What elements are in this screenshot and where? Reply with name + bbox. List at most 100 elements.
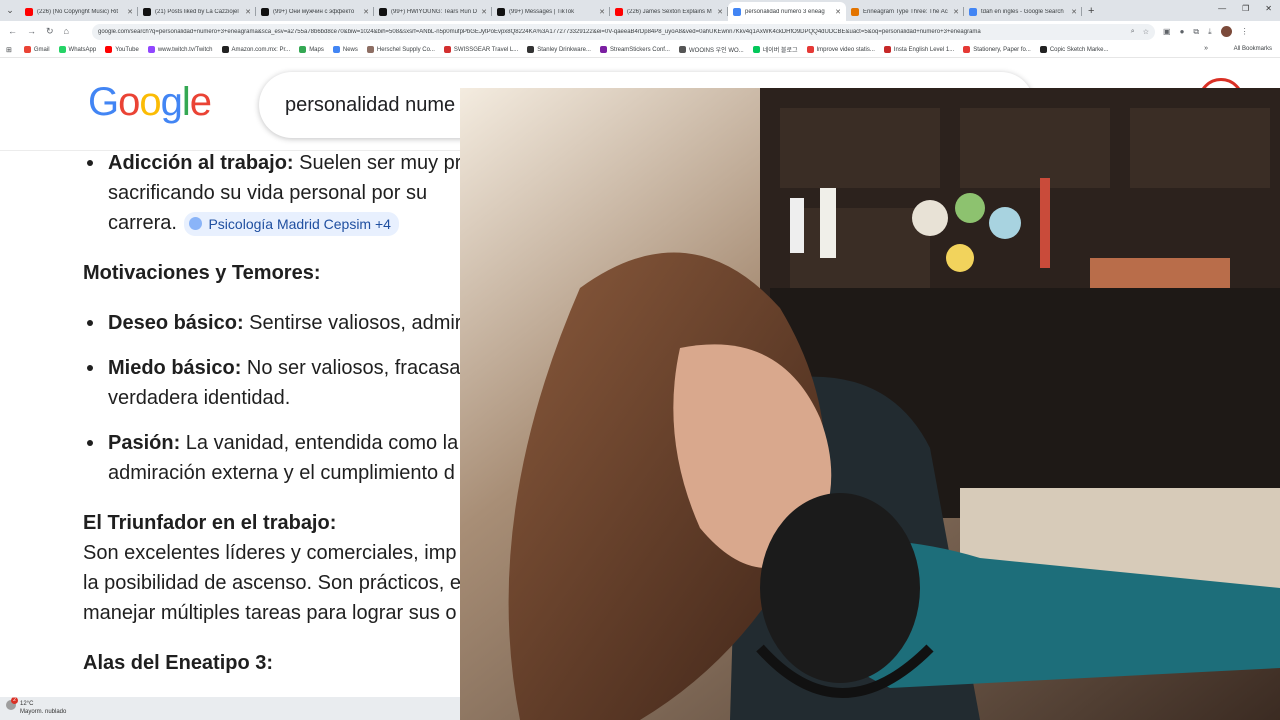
bookmark-item[interactable]: Maps: [299, 45, 324, 54]
tab-title: tdah en ingles - Google Search: [981, 8, 1064, 15]
tab-close-icon[interactable]: ✕: [481, 8, 487, 16]
bookmark-star-icon[interactable]: ☆: [1143, 28, 1149, 36]
webcam-scene: [460, 88, 1280, 720]
browser-tab[interactable]: (99+) Они мужчин с эффекто ✕: [256, 2, 374, 21]
browser-tab[interactable]: Enneagram Type Three: The Ac ✕: [846, 2, 964, 21]
bookmark-label: SWISSGEAR Travel L...: [453, 46, 519, 53]
tab-title: personalidad numero 3 eneag: [745, 8, 825, 15]
tab-close-icon[interactable]: ✕: [245, 8, 251, 16]
tab-close-icon[interactable]: ✕: [717, 8, 723, 16]
home-icon[interactable]: ⌂: [64, 26, 69, 37]
browser-tab[interactable]: personalidad numero 3 eneag ✕: [728, 2, 846, 21]
bookmark-item[interactable]: Stanley Drinkware...: [527, 45, 591, 54]
profile-avatar[interactable]: [1220, 26, 1232, 37]
address-bar[interactable]: google.com/search?q=personalidad+numero+…: [92, 23, 1155, 40]
bookmark-item[interactable]: 네이버 블로그: [752, 45, 798, 54]
bullet-text: La vanidad, entendida como la: [180, 432, 459, 454]
close-window-icon[interactable]: ✕: [1265, 4, 1272, 13]
tabs: (226) (No Copyright Music) Rit ✕ (21) Post…: [20, 0, 1082, 21]
bookmark-item[interactable]: Stationery, Paper fo...: [963, 45, 1031, 54]
bookmark-label: Maps: [309, 46, 324, 53]
paragraph-line: Son excelentes líderes y comerciales, im…: [83, 542, 457, 564]
all-bookmarks[interactable]: All Bookmarks: [1234, 46, 1272, 52]
tab-search-icon[interactable]: ⌄: [0, 0, 20, 21]
bookmark-favicon-icon: [23, 46, 31, 53]
extension-circle-icon[interactable]: ●: [1180, 27, 1185, 36]
browser-tab[interactable]: (99+) HWIYOUNG: Tears Run D ✕: [374, 2, 492, 21]
bookmark-favicon-icon: [883, 46, 891, 53]
tab-close-icon[interactable]: ✕: [1071, 8, 1077, 16]
bullet-text: admiración externa y el cumplimiento d: [108, 462, 455, 484]
browser-tab[interactable]: tdah en ingles - Google Search ✕: [964, 2, 1082, 21]
bookmark-item[interactable]: YouTube: [105, 45, 139, 54]
bookmark-favicon-icon: [752, 46, 760, 53]
bookmark-favicon-icon: [58, 46, 66, 53]
bookmark-item[interactable]: Copic Sketch Marke...: [1039, 45, 1109, 54]
bookmark-label: WOOINS 우인 WO...: [688, 48, 744, 54]
tab-favicon-icon: [733, 7, 741, 16]
bookmark-item[interactable]: www.twitch.tv/Twitch: [147, 45, 213, 54]
minimize-icon[interactable]: —: [1218, 4, 1226, 13]
source-chip-label: Psicología Madrid Cepsim +4: [208, 215, 391, 232]
bullet-label: Deseo básico:: [108, 312, 244, 334]
bookmark-item[interactable]: Herschel Supply Co...: [366, 45, 435, 54]
weather-widget[interactable]: 2 12°C Mayorm. nublado: [6, 697, 66, 716]
maximize-icon[interactable]: ❐: [1242, 4, 1249, 13]
bookmark-item[interactable]: Amazon.com.mx: Pr...: [221, 45, 290, 54]
browser-tab[interactable]: (99+) Messages | TikTok ✕: [492, 2, 610, 21]
bookmark-item[interactable]: SWISSGEAR Travel L...: [443, 45, 519, 54]
browser-tab[interactable]: (226) James Sexton Explains M ✕: [610, 2, 728, 21]
tab-favicon-icon: [497, 7, 505, 16]
bookmark-label: StreamStickers Conf...: [609, 46, 670, 53]
bookmark-item[interactable]: WhatsApp: [58, 45, 96, 54]
tab-title: (99+) Они мужчин с эффекто: [273, 8, 355, 15]
bookmark-item[interactable]: Improve video statis...: [806, 45, 875, 54]
bookmark-favicon-icon: [678, 46, 686, 53]
source-chip[interactable]: Psicología Madrid Cepsim +4: [184, 211, 399, 236]
bullet-text: No ser valiosos, fracasa: [241, 357, 461, 379]
browser-tab[interactable]: (226) (No Copyright Music) Rit ✕: [20, 2, 138, 21]
bookmark-item[interactable]: News: [332, 45, 358, 54]
tab-close-icon[interactable]: ✕: [835, 8, 841, 16]
tab-close-icon[interactable]: ✕: [599, 8, 605, 16]
zoom-icon[interactable]: ⌕: [1131, 28, 1135, 36]
paragraph-line: la posibilidad de ascenso. Son prácticos…: [83, 572, 462, 594]
bullet-text: Suelen ser muy pr: [293, 152, 462, 174]
bookmark-favicon-icon: [221, 46, 229, 53]
bullet-text: carrera.: [108, 212, 177, 234]
bookmark-favicon-icon: [599, 46, 607, 53]
forward-icon[interactable]: →: [27, 26, 36, 37]
bookmark-item[interactable]: Gmail: [23, 45, 50, 54]
reload-icon[interactable]: ↻: [46, 26, 54, 37]
bookmarks-bar: ⊞ Gmail WhatsApp YouTube www.twitch.tv/Twit…: [0, 42, 1280, 58]
download-icon[interactable]: ⤓: [1208, 27, 1212, 37]
apps-grid-icon[interactable]: ⊞: [6, 46, 12, 54]
tab-favicon-icon: [261, 7, 269, 16]
new-tab-button[interactable]: +: [1088, 5, 1094, 17]
bookmark-item[interactable]: Insta English Level 1...: [883, 45, 954, 54]
weather-temp: 12°C: [20, 701, 34, 707]
tab-close-icon[interactable]: ✕: [953, 8, 959, 16]
tab-close-icon[interactable]: ✕: [127, 8, 133, 16]
back-icon[interactable]: ←: [8, 26, 17, 37]
bookmark-favicon-icon: [963, 46, 971, 53]
tab-favicon-icon: [379, 7, 387, 16]
extensions-puzzle-icon[interactable]: ⧉: [1193, 27, 1199, 37]
more-bookmarks-icon[interactable]: »: [1204, 45, 1208, 52]
browser-tab[interactable]: (21) Posts liked by La Cazziojel ✕: [138, 2, 256, 21]
tab-close-icon[interactable]: ✕: [363, 8, 369, 16]
notification-badge: 2: [11, 697, 18, 704]
bullet-text: verdadera identidad.: [108, 387, 291, 409]
bookmark-item[interactable]: WOOINS 우인 WO...: [678, 45, 744, 54]
bookmark-favicon-icon: [105, 46, 113, 53]
bullet-label: Pasión:: [108, 432, 181, 454]
bullet-text: sacrificando su vida personal por su: [108, 182, 428, 204]
bookmark-label: News: [342, 46, 358, 53]
google-logo[interactable]: Google: [88, 80, 212, 125]
menu-dots-icon[interactable]: ⋮: [1241, 27, 1249, 36]
bookmark-item[interactable]: StreamStickers Conf...: [599, 45, 670, 54]
extension-icon[interactable]: ▣: [1163, 27, 1171, 36]
cloud-icon: 2: [6, 697, 18, 710]
bullet-label: Adicción al trabajo:: [108, 152, 294, 174]
bookmark-label: 네이버 블로그: [762, 48, 798, 54]
